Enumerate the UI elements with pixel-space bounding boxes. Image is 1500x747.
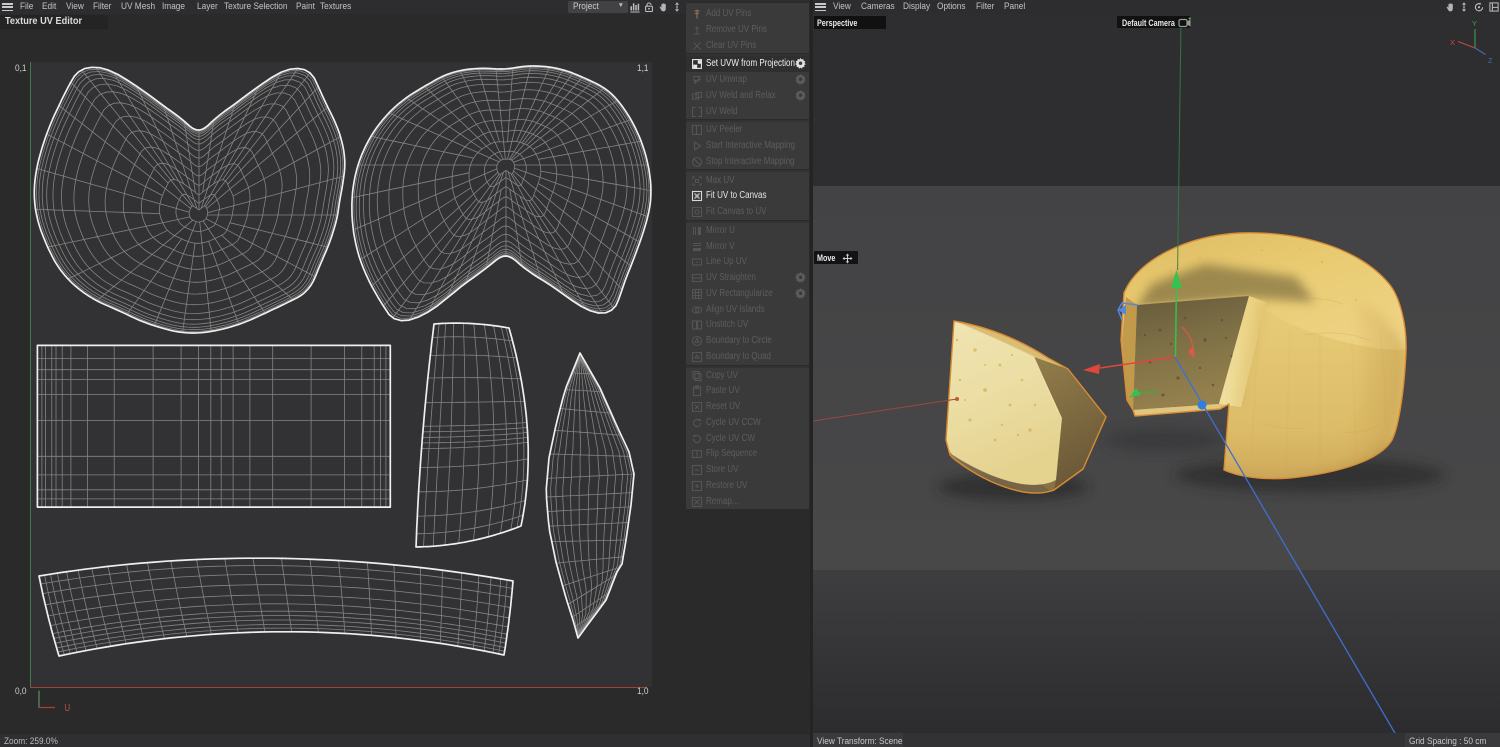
svg-text:U: U xyxy=(64,702,70,713)
svg-text:Y: Y xyxy=(1472,19,1477,28)
svg-text:Z: Z xyxy=(1488,56,1493,65)
svg-text:X: X xyxy=(1450,38,1455,47)
